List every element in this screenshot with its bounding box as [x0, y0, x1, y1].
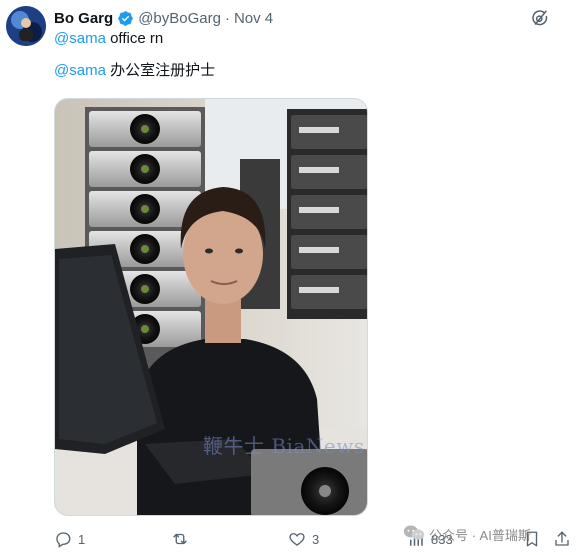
grok-icon[interactable] — [531, 9, 549, 27]
reply-count: 1 — [78, 531, 86, 547]
heart-icon — [288, 530, 306, 548]
avatar[interactable] — [6, 6, 46, 46]
like-count: 3 — [312, 531, 320, 547]
tweet-text: office rn — [105, 30, 164, 47]
author-name[interactable]: Bo Garg — [54, 10, 113, 27]
author-handle[interactable]: @byBoGarg — [138, 10, 221, 27]
tweet-text-line1: @sama office rn — [54, 30, 163, 47]
share-icon — [553, 530, 571, 548]
retweet-icon — [171, 530, 189, 548]
retweet-button[interactable] — [171, 530, 195, 548]
tweet-date[interactable]: Nov 4 — [234, 10, 273, 27]
verified-badge-icon — [117, 10, 134, 27]
share-button[interactable] — [553, 530, 571, 548]
wechat-account-label: 公众号 · AI普瑞斯 — [429, 528, 531, 543]
separator-dot: · — [224, 9, 230, 27]
like-button[interactable]: 3 — [288, 530, 319, 548]
tweet-text-translation: 办公室注册护士 — [105, 62, 216, 79]
reply-icon — [54, 530, 72, 548]
mention-link[interactable]: @sama — [54, 62, 106, 79]
wechat-overlay: 公众号 · AI普瑞斯 — [403, 524, 531, 545]
image-watermark: 鞭牛士 BiaNews — [203, 434, 365, 458]
wechat-icon — [403, 524, 425, 545]
reply-button[interactable]: 1 — [54, 530, 85, 548]
tweet-text-line2: @sama 办公室注册护士 — [54, 59, 215, 80]
mention-link[interactable]: @sama — [54, 30, 106, 47]
tweet: Bo Garg @byBoGarg · Nov 4 @sama office r… — [0, 0, 579, 555]
tweet-header: Bo Garg @byBoGarg · Nov 4 — [54, 8, 273, 28]
